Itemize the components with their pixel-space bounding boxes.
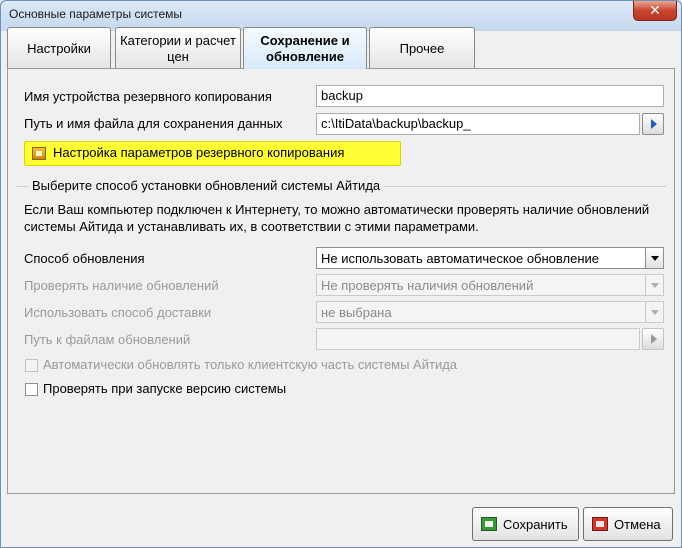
tab-categories-pricing[interactable]: Категории и расчет цен [115, 27, 241, 69]
backup-path-browse-button[interactable] [642, 113, 664, 135]
check-updates-select[interactable]: Не проверять наличия обновлений [316, 274, 664, 296]
update-path-browse-button[interactable] [642, 328, 664, 350]
update-path-input[interactable] [316, 328, 640, 350]
check-updates-value: Не проверять наличия обновлений [321, 278, 534, 293]
delivery-method-select[interactable]: не выбрана [316, 301, 664, 323]
check-on-start-checkbox[interactable] [25, 383, 38, 396]
updates-description: Если Ваш компьютер подключен к Интернету… [24, 202, 650, 234]
update-method-value: Не использовать автоматическое обновлени… [321, 251, 599, 266]
update-path-label: Путь к файлам обновлений [24, 332, 191, 347]
chevron-down-icon[interactable] [645, 275, 663, 295]
tab-settings-label: Настройки [27, 40, 91, 56]
check-on-start-label: Проверять при запуске версию системы [43, 381, 287, 396]
tab-settings[interactable]: Настройки [7, 27, 111, 69]
backup-settings-button[interactable]: Настройка параметров резервного копирова… [24, 141, 401, 166]
chevron-down-icon[interactable] [645, 302, 663, 322]
settings-window: Основные параметры системы ✕ Настройки К… [0, 0, 682, 548]
save-button-label: Сохранить [503, 516, 568, 532]
cancel-button[interactable]: Отмена [583, 507, 673, 541]
update-method-label: Способ обновления [24, 251, 145, 266]
backup-path-label: Путь и имя файла для сохранения данных [24, 116, 283, 131]
tab-other-label: Прочее [399, 40, 445, 56]
cancel-icon [592, 517, 608, 531]
backup-device-input[interactable]: backup [316, 85, 664, 107]
chevron-down-icon[interactable] [645, 248, 663, 268]
tab-other[interactable]: Прочее [369, 27, 475, 69]
close-button[interactable]: ✕ [633, 1, 677, 21]
tab-save-update-label: Сохранение и обновление [260, 32, 350, 64]
backup-device-label: Имя устройства резервного копирования [24, 89, 272, 104]
backup-path-input[interactable]: c:\ItiData\backup\backup_ [316, 113, 640, 135]
tab-save-update[interactable]: Сохранение и обновление [243, 27, 367, 69]
updates-group-title: Выберите способ установки обновлений сис… [28, 178, 385, 193]
client-only-label: Автоматически обновлять только клиентску… [43, 357, 458, 372]
cancel-button-label: Отмена [614, 516, 661, 532]
delivery-method-label: Использовать способ доставки [24, 305, 212, 320]
update-method-select[interactable]: Не использовать автоматическое обновлени… [316, 247, 664, 269]
check-updates-label: Проверять наличие обновлений [24, 278, 219, 293]
arrow-right-icon [651, 119, 657, 129]
tab-panel: Имя устройства резервного копирования ba… [7, 68, 675, 494]
save-icon [481, 517, 497, 531]
delivery-method-value: не выбрана [321, 305, 392, 320]
arrow-right-icon [651, 334, 657, 344]
backup-settings-button-label: Настройка параметров резервного копирова… [53, 145, 345, 160]
tab-categories-label: Категории и расчет цен [120, 32, 236, 64]
window-title: Основные параметры системы [9, 7, 183, 21]
settings-folder-icon [32, 147, 46, 160]
save-button[interactable]: Сохранить [472, 507, 579, 541]
client-only-checkbox[interactable] [25, 359, 38, 372]
